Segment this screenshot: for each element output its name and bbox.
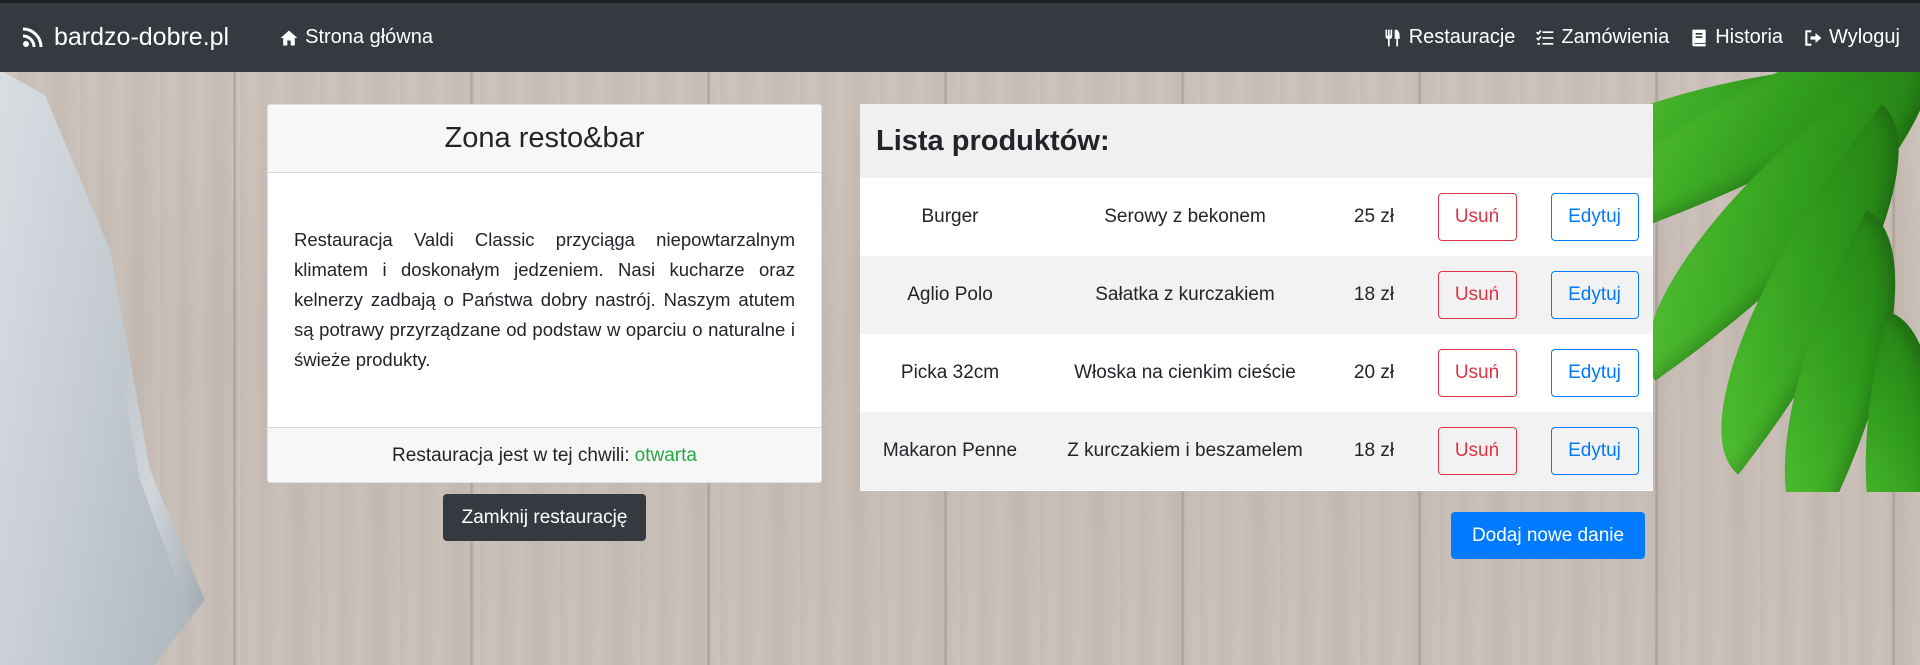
brand-logo-icon: [22, 27, 43, 47]
nav-zamowienia[interactable]: Zamówienia: [1535, 26, 1669, 49]
product-name: Aglio Polo: [907, 284, 993, 305]
product-name: Burger: [921, 206, 979, 227]
book-icon: [1692, 29, 1706, 46]
nav-historia-label: Historia: [1715, 26, 1784, 48]
add-dish-button[interactable]: Dodaj nowe danie: [1451, 512, 1645, 559]
product-description: Sałatka z kurczakiem: [1095, 284, 1275, 305]
restaurant-description: Restauracja Valdi Classic przyciąga niep…: [294, 229, 795, 370]
product-row: Burger Serowy z bekonem 25 zł Usuń Edytu…: [860, 178, 1653, 256]
product-row: Aglio Polo Sałatka z kurczakiem 18 zł Us…: [860, 256, 1653, 334]
product-price: 18 zł: [1353, 440, 1395, 461]
top-navbar: bardzo-dobre.pl Strona główna Restauracj…: [0, 0, 1920, 72]
nav-home[interactable]: Strona główna: [279, 26, 433, 49]
nav-restauracje[interactable]: Restauracje: [1383, 26, 1516, 49]
restaurant-body: Restauracja Valdi Classic przyciąga niep…: [268, 173, 821, 427]
nav-historia[interactable]: Historia: [1689, 26, 1783, 49]
delete-button[interactable]: Usuń: [1437, 349, 1517, 397]
close-restaurant-button[interactable]: Zamknij restaurację: [443, 494, 646, 541]
tasks-icon: [1536, 29, 1554, 45]
nav-zamowienia-label: Zamówienia: [1561, 26, 1670, 48]
product-description: Włoska na cienkim cieście: [1074, 362, 1296, 383]
restaurant-card: Zona resto&bar Restauracja Valdi Classic…: [267, 104, 822, 483]
product-row: Picka 32cm Włoska na cienkim cieście 20 …: [860, 334, 1653, 412]
product-description: Z kurczakiem i beszamelem: [1067, 440, 1303, 461]
brand-link[interactable]: bardzo-dobre.pl: [20, 23, 229, 52]
nav-home-label: Strona główna: [305, 26, 433, 48]
sign-out-icon: [1805, 29, 1822, 46]
restaurant-title: Zona resto&bar: [268, 105, 821, 173]
delete-button[interactable]: Usuń: [1437, 427, 1517, 475]
product-name: Makaron Penne: [882, 440, 1018, 461]
product-price: 18 zł: [1353, 284, 1395, 305]
product-row: Makaron Penne Z kurczakiem i beszamelem …: [860, 412, 1653, 490]
product-description: Serowy z bekonem: [1104, 206, 1266, 227]
status-value: otwarta: [634, 445, 697, 466]
edit-button[interactable]: Edytuj: [1550, 427, 1639, 475]
nav-wyloguj[interactable]: Wyloguj: [1803, 26, 1900, 49]
product-price: 20 zł: [1353, 362, 1395, 383]
products-title: Lista produktów:: [860, 104, 1653, 178]
status-label: Restauracja jest w tej chwili:: [392, 445, 630, 466]
nav-right-group: Restauracje Zamówienia Historia Wyloguj: [1363, 26, 1900, 49]
product-price: 25 zł: [1353, 206, 1395, 227]
products-card: Lista produktów: Burger Serowy z bekonem…: [860, 104, 1653, 491]
nav-wyloguj-label: Wyloguj: [1829, 26, 1900, 48]
product-name: Picka 32cm: [900, 362, 1000, 383]
delete-button[interactable]: Usuń: [1437, 193, 1517, 241]
brand-name: bardzo-dobre.pl: [54, 23, 230, 51]
edit-button[interactable]: Edytuj: [1550, 271, 1639, 319]
utensils-icon: [1385, 29, 1400, 46]
edit-button[interactable]: Edytuj: [1550, 193, 1639, 241]
nav-restauracje-label: Restauracje: [1408, 26, 1516, 48]
restaurant-status: Restauracja jest w tej chwili: otwarta: [268, 427, 821, 482]
delete-button[interactable]: Usuń: [1437, 271, 1517, 319]
edit-button[interactable]: Edytuj: [1550, 349, 1639, 397]
home-icon: [280, 30, 298, 45]
